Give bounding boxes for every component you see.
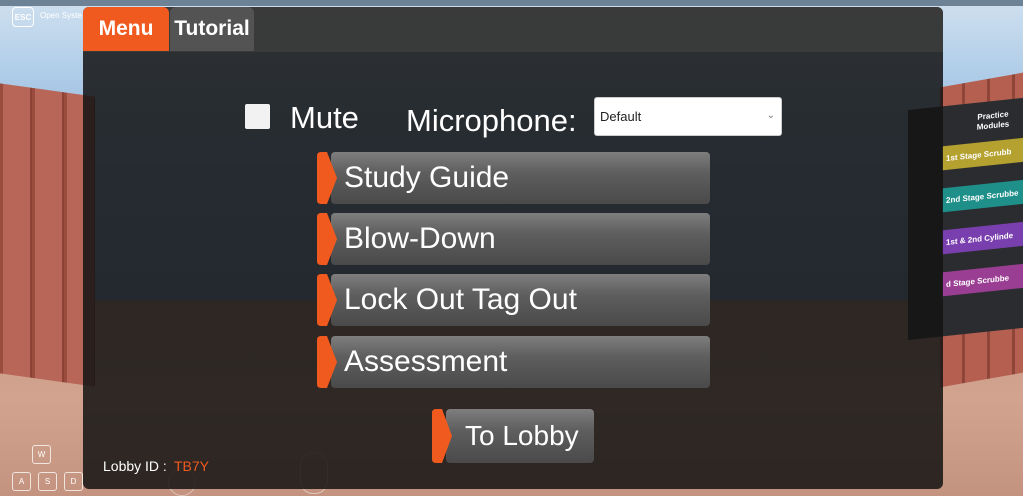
orange-chevron-icon (317, 213, 337, 265)
to-lobby-button[interactable]: To Lobby (432, 409, 594, 463)
tab-tutorial[interactable]: Tutorial (170, 7, 254, 51)
orange-chevron-icon (317, 274, 337, 326)
orange-chevron-icon (317, 336, 337, 388)
practice-module-label: d Stage Scrubbe (946, 272, 1010, 289)
study-guide-label: Study Guide (344, 161, 510, 194)
microphone-selected-value: Default (600, 109, 642, 124)
practice-modules-title: Practice Modules (976, 109, 1010, 132)
practice-module-button[interactable]: d Stage Scrubbe (942, 262, 1023, 297)
lobby-id-value: TB7Y (174, 458, 210, 474)
microphone-label: Microphone: (406, 103, 577, 138)
assessment-label: Assessment (344, 345, 508, 378)
a-key-icon: A (12, 472, 31, 491)
scene-top-strip (0, 0, 1023, 6)
practice-module-label: 2nd Stage Scrubbe (946, 187, 1019, 205)
to-lobby-label: To Lobby (465, 420, 579, 451)
practice-module-button[interactable]: 1st Stage Scrubb (942, 136, 1023, 171)
left-wall (0, 83, 95, 387)
practice-module-label: 1st & 2nd Cylinde (946, 230, 1014, 247)
chevron-down-icon: ⌄ (766, 110, 775, 121)
esc-key-icon: ESC (12, 7, 34, 27)
practice-module-button[interactable]: 1st & 2nd Cylinde (942, 220, 1023, 255)
mute-label: Mute (290, 100, 359, 135)
practice-module-button[interactable]: 2nd Stage Scrubbe (942, 178, 1023, 213)
assessment-button[interactable]: Assessment (317, 336, 710, 388)
tab-bar: Menu Tutorial (83, 7, 943, 52)
w-key-icon: W (32, 445, 51, 464)
orange-chevron-icon (432, 409, 452, 463)
blow-down-label: Blow-Down (344, 222, 496, 255)
practice-module-label: 1st Stage Scrubb (946, 146, 1012, 163)
menu-panel: Menu Tutorial Mute Microphone: Default ⌄… (83, 7, 943, 489)
orange-chevron-icon (317, 152, 337, 204)
lobby-id-label: Lobby ID : (103, 458, 167, 474)
d-key-icon: D (64, 472, 83, 491)
tab-menu[interactable]: Menu (83, 7, 169, 51)
s-key-icon: S (38, 472, 57, 491)
esc-hint-label: Open Syste (40, 11, 82, 20)
lock-out-tag-out-label: Lock Out Tag Out (344, 283, 577, 316)
study-guide-button[interactable]: Study Guide (317, 152, 710, 204)
mute-checkbox[interactable] (245, 104, 270, 129)
microphone-select[interactable]: Default ⌄ (594, 97, 782, 136)
lock-out-tag-out-button[interactable]: Lock Out Tag Out (317, 274, 710, 326)
blow-down-button[interactable]: Blow-Down (317, 213, 710, 265)
